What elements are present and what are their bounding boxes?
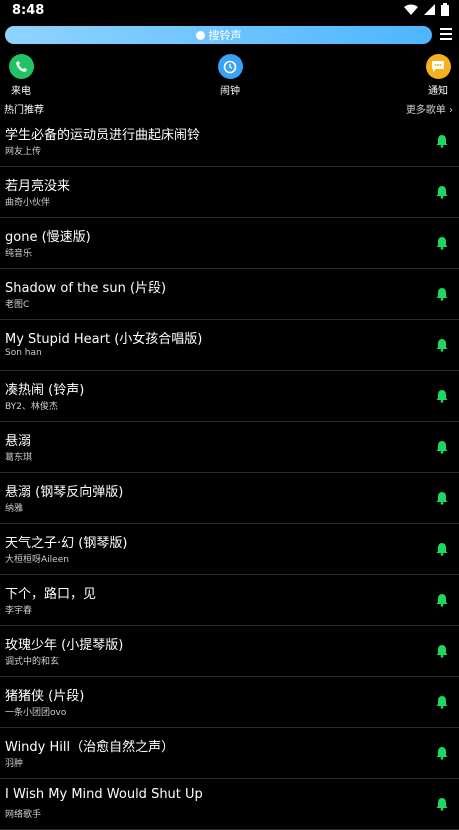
bell-icon[interactable] xyxy=(435,491,449,505)
bell-icon[interactable] xyxy=(435,236,449,250)
song-title: 天气之子·幻 (钢琴版) xyxy=(5,536,128,551)
search-icon xyxy=(195,30,205,40)
song-row[interactable]: I Wish My Mind Would Shut Up 网络歌手 xyxy=(0,779,459,830)
message-icon xyxy=(425,54,451,79)
phone-icon xyxy=(8,54,34,79)
signal-icon xyxy=(424,4,435,15)
quick-action-label: 闹钟 xyxy=(220,86,240,97)
status-icons xyxy=(404,3,449,16)
song-title: 凑热闹 (铃声) xyxy=(5,383,85,398)
song-row[interactable]: 悬溺 (钢琴反向弹版) 纳雅 xyxy=(0,473,459,524)
section-title: 热门推荐 xyxy=(4,105,44,116)
quick-action-label: 来电 xyxy=(11,86,31,97)
song-artist: 调式中的和玄 xyxy=(5,657,60,667)
song-row[interactable]: 凑热闹 (铃声) BY2、林俊杰 xyxy=(0,371,459,422)
song-artist: 老图C xyxy=(5,300,30,310)
song-row[interactable]: 猪猪侠 (片段) 一条小团团ovo xyxy=(0,677,459,728)
song-title: I Wish My Mind Would Shut Up xyxy=(5,787,203,802)
song-row[interactable]: 下个，路口，见李宇春 xyxy=(0,575,459,626)
song-artist: 大桓桓呀Aileen xyxy=(5,555,69,565)
song-title: 猪猪侠 (片段) xyxy=(5,689,85,704)
song-title: Shadow of the sun (片段) xyxy=(5,281,167,296)
song-artist: 网友上传 xyxy=(5,147,42,157)
song-row[interactable]: Windy Hill（治愈自然之声） 羽肿 xyxy=(0,728,459,779)
search-label: 搜铃声 xyxy=(208,29,242,42)
bell-icon[interactable] xyxy=(435,338,449,352)
song-title: gone (慢速版) xyxy=(5,230,91,245)
status-time: 8:48 xyxy=(12,3,45,18)
song-row[interactable]: 天气之子·幻 (钢琴版) 大桓桓呀Aileen xyxy=(0,524,459,575)
bell-icon[interactable] xyxy=(435,542,449,556)
bell-icon[interactable] xyxy=(435,644,449,658)
bell-icon[interactable] xyxy=(435,287,449,301)
song-title: 悬溺 (钢琴反向弹版) xyxy=(5,485,124,500)
song-artist: 曲奇小伙伴 xyxy=(5,198,51,208)
bell-icon[interactable] xyxy=(435,134,449,148)
status-bar: 8:48 xyxy=(0,0,459,22)
song-artist: 一条小团团ovo xyxy=(5,708,67,718)
search-bar[interactable]: 搜铃声 xyxy=(5,26,432,44)
menu-icon[interactable] xyxy=(440,28,452,40)
song-row[interactable]: Shadow of the sun (片段) 老图C xyxy=(0,269,459,320)
more-playlists-link[interactable]: 更多歌单 › xyxy=(406,101,453,116)
song-row[interactable]: 若月亮没来曲奇小伙伴 xyxy=(0,167,459,218)
song-title: 若月亮没来 xyxy=(5,179,71,194)
song-artist: BY2、林俊杰 xyxy=(5,402,58,412)
song-artist: Son han xyxy=(5,348,42,358)
bell-icon[interactable] xyxy=(435,389,449,403)
song-row[interactable]: 悬溺 葛东琪 xyxy=(0,422,459,473)
song-row[interactable]: My Stupid Heart (小女孩合唱版) Son han xyxy=(0,320,459,371)
song-artist: 葛东琪 xyxy=(5,453,33,463)
song-row[interactable]: 玫瑰少年 (小提琴版) 调式中的和玄 xyxy=(0,626,459,677)
song-row[interactable]: gone (慢速版) 纯音乐 xyxy=(0,218,459,269)
song-title: 下个，路口，见 xyxy=(5,587,97,602)
song-title: Windy Hill（治愈自然之声） xyxy=(5,740,175,755)
bell-icon[interactable] xyxy=(435,185,449,199)
song-title: 悬溺 xyxy=(5,434,32,449)
song-artist: 网络歌手 xyxy=(5,810,42,820)
bell-icon[interactable] xyxy=(435,797,449,811)
alarm-clock-icon xyxy=(217,54,243,79)
song-artist: 纳雅 xyxy=(5,504,24,514)
song-title: 玫瑰少年 (小提琴版) xyxy=(5,638,124,653)
bell-icon[interactable] xyxy=(435,440,449,454)
song-artist: 李宇春 xyxy=(5,606,33,616)
quick-action-notify[interactable]: 通知 xyxy=(418,54,458,97)
battery-icon xyxy=(441,3,449,16)
bell-icon[interactable] xyxy=(435,695,449,709)
bell-icon[interactable] xyxy=(435,746,449,760)
quick-action-call[interactable]: 来电 xyxy=(1,54,41,97)
quick-action-label: 通知 xyxy=(428,86,448,97)
song-list: 学生必备的运动员进行曲起床闹铃网友上传若月亮没来曲奇小伙伴 gone (慢速版) 纯… xyxy=(0,116,459,830)
wifi-icon xyxy=(404,4,418,15)
bell-icon[interactable] xyxy=(435,593,449,607)
quick-action-alarm[interactable]: 闹钟 xyxy=(210,54,250,97)
song-title: 学生必备的运动员进行曲起床闹铃 xyxy=(5,128,201,143)
song-artist: 纯音乐 xyxy=(5,249,33,259)
song-title: My Stupid Heart (小女孩合唱版) xyxy=(5,332,203,347)
song-artist: 羽肿 xyxy=(5,759,24,769)
song-row[interactable]: 学生必备的运动员进行曲起床闹铃网友上传 xyxy=(0,116,459,167)
